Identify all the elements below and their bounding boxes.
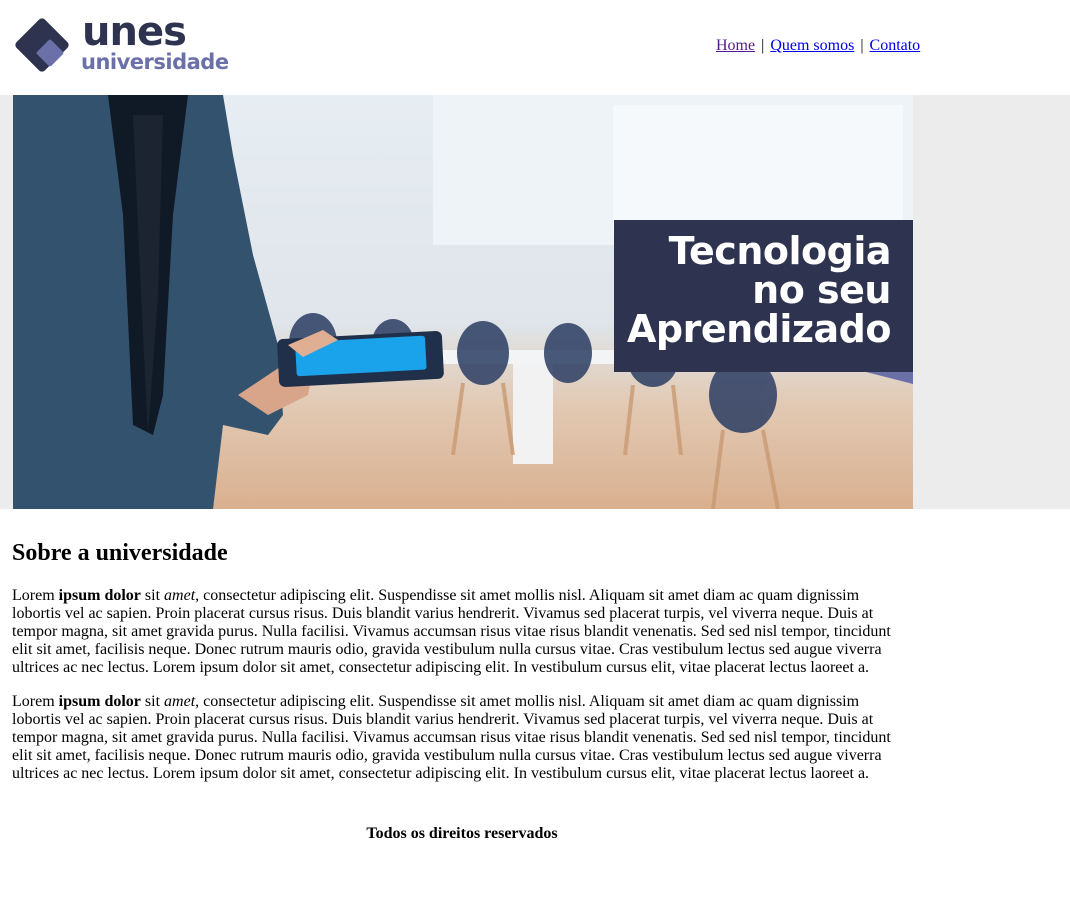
main-content: Sobre a universidade Lorem ipsum dolor s… bbox=[0, 539, 908, 783]
tagline-line-2: no seu bbox=[752, 268, 891, 312]
site-header: unes universidade Home | Quem somos | Co… bbox=[0, 0, 1070, 95]
brand-logo[interactable]: unes universidade bbox=[13, 10, 229, 76]
tagline-line-3: Aprendizado bbox=[627, 307, 891, 351]
about-paragraph: Lorem ipsum dolor sit amet, consectetur … bbox=[12, 693, 896, 783]
nav-link-home[interactable]: Home bbox=[716, 37, 755, 54]
paragraph-italic-text: amet bbox=[164, 587, 196, 604]
banner-tagline-accent bbox=[866, 372, 913, 384]
section-title: Sobre a universidade bbox=[12, 540, 228, 566]
footer-copyright: Todos os direitos reservados bbox=[366, 825, 558, 842]
paragraph-text: sit bbox=[140, 693, 165, 710]
nav-separator: | bbox=[761, 37, 765, 54]
paragraph-text: sit bbox=[140, 587, 165, 604]
hero-image: Tecnologia no seu Aprendizado bbox=[13, 95, 913, 509]
site-footer: Todos os direitos reservados bbox=[0, 825, 924, 843]
paragraph-bold-text: ipsum dolor bbox=[58, 587, 141, 604]
main-nav: Home | Quem somos | Contato bbox=[716, 37, 920, 55]
brand-name: unes bbox=[82, 9, 187, 55]
nav-link-contato[interactable]: Contato bbox=[870, 37, 921, 54]
diamond-logo-icon bbox=[15, 18, 69, 72]
nav-separator: | bbox=[860, 37, 864, 54]
brand-subtitle: universidade bbox=[81, 50, 229, 74]
banner-tagline: Tecnologia no seu Aprendizado bbox=[627, 232, 891, 349]
nav-link-quem-somos[interactable]: Quem somos bbox=[770, 37, 854, 54]
paragraph-bold-text: ipsum dolor bbox=[58, 693, 141, 710]
banner-tagline-box: Tecnologia no seu Aprendizado bbox=[614, 220, 913, 372]
hero-banner: Tecnologia no seu Aprendizado bbox=[0, 95, 1070, 509]
paragraph-text: Lorem bbox=[12, 693, 59, 710]
tagline-line-1: Tecnologia bbox=[668, 229, 892, 273]
paragraph-italic-text: amet bbox=[164, 693, 196, 710]
paragraph-text: Lorem bbox=[12, 587, 59, 604]
about-paragraph: Lorem ipsum dolor sit amet, consectetur … bbox=[12, 587, 896, 677]
